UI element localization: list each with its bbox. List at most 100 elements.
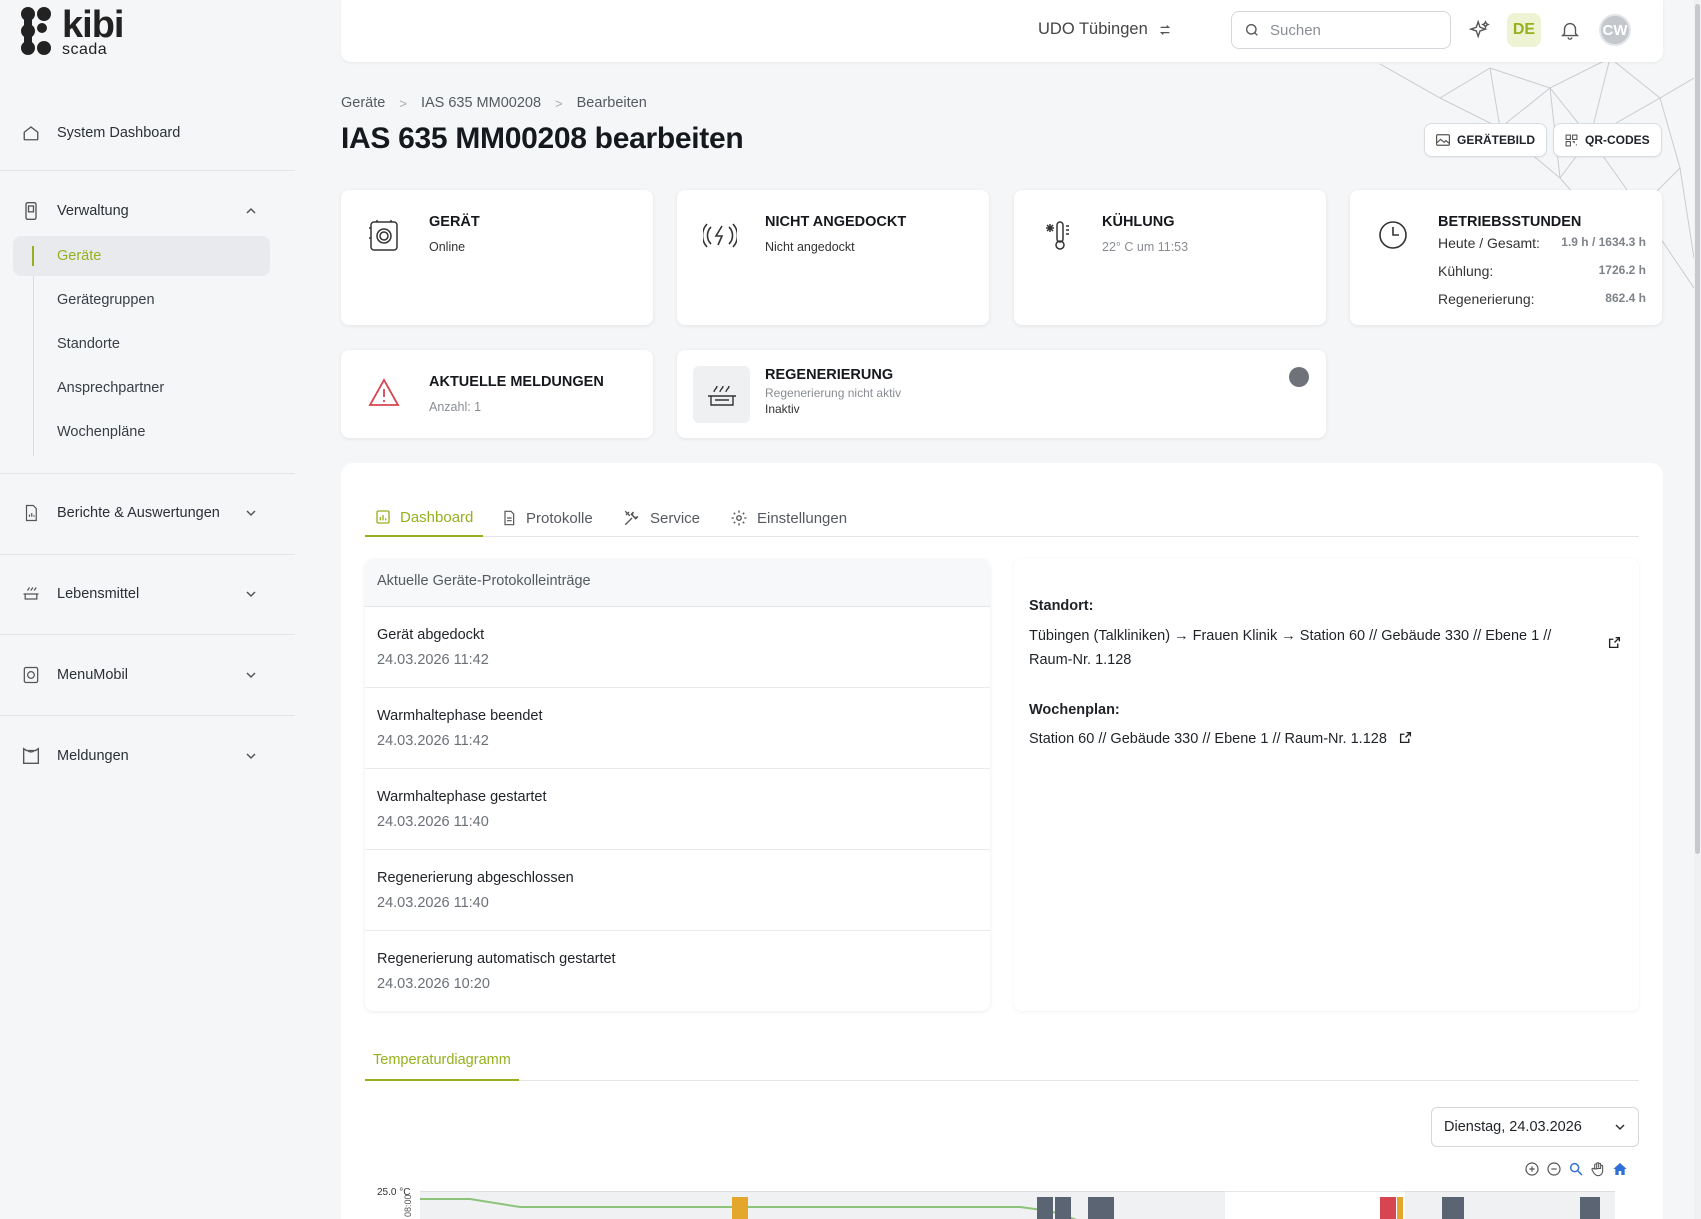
breadcrumb: Geräte > IAS 635 MM00208 > Bearbeiten xyxy=(341,95,647,111)
submenu-active-bar xyxy=(32,246,34,266)
sidebar-item-wochenplaene[interactable]: Wochenpläne xyxy=(57,424,145,440)
nav-divider xyxy=(0,554,295,555)
button-label: GERÄTEBILD xyxy=(1457,133,1535,147)
qr-codes-button[interactable]: QR-CODES xyxy=(1553,123,1662,157)
nav-verwaltung[interactable]: Verwaltung xyxy=(20,200,129,222)
event-marker[interactable] xyxy=(1442,1197,1464,1219)
log-entry[interactable]: Warmhaltephase gestartet 24.03.2026 11:4… xyxy=(365,769,990,850)
card-aktuelle-meldungen[interactable]: AKTUELLE MELDUNGEN Anzahl: 1 xyxy=(341,350,653,438)
main-panel: Dashboard Protokolle Service Einstellung… xyxy=(341,463,1663,1219)
search-box[interactable] xyxy=(1231,11,1451,49)
log-entry-date: 24.03.2026 11:40 xyxy=(377,895,489,911)
tab-einstellungen[interactable]: Einstellungen xyxy=(730,499,847,537)
chevron-down-icon[interactable] xyxy=(245,669,257,681)
card-status: Anzahl: 1 xyxy=(429,400,482,414)
swap-icon xyxy=(1159,24,1170,35)
nav-system-dashboard[interactable]: System Dashboard xyxy=(20,122,180,144)
device-image-button[interactable]: GERÄTEBILD xyxy=(1424,123,1547,157)
log-entry-text: Regenerierung abgeschlossen xyxy=(377,870,574,886)
regen-icon-box xyxy=(693,366,750,423)
bell-icon[interactable] xyxy=(1559,19,1581,41)
qr-code-icon xyxy=(1565,134,1578,146)
image-icon xyxy=(1436,134,1450,146)
nav-meldungen[interactable]: Meldungen xyxy=(20,745,129,767)
card-status: Inaktiv xyxy=(765,402,800,416)
chevron-down-icon[interactable] xyxy=(245,507,257,519)
pan-hand-icon[interactable] xyxy=(1590,1161,1606,1177)
log-entry[interactable]: Regenerierung automatisch gestartet 24.0… xyxy=(365,931,990,1011)
zoom-out-icon[interactable] xyxy=(1546,1161,1562,1177)
nav-label: Meldungen xyxy=(57,748,129,764)
wochenplan-label: Wochenplan: xyxy=(1029,702,1120,718)
breadcrumb-item[interactable]: Geräte xyxy=(341,95,385,111)
chevron-down-icon[interactable] xyxy=(245,750,257,762)
zoom-in-icon[interactable] xyxy=(1524,1161,1540,1177)
scrollbar-thumb[interactable] xyxy=(1695,4,1700,854)
nav-label: Lebensmittel xyxy=(57,586,140,602)
nav-berichte[interactable]: Berichte & Auswertungen xyxy=(20,502,220,524)
log-entry-date: 24.03.2026 11:40 xyxy=(377,814,489,830)
search-input[interactable] xyxy=(1270,21,1430,39)
card-title: GERÄT xyxy=(429,214,480,230)
event-marker[interactable] xyxy=(1055,1197,1071,1219)
log-entry-text: Gerät abgedockt xyxy=(377,627,485,643)
chevron-down-icon[interactable] xyxy=(245,588,257,600)
external-link-icon[interactable] xyxy=(1608,636,1621,649)
user-avatar[interactable]: CW xyxy=(1599,14,1631,46)
event-marker[interactable] xyxy=(1380,1197,1396,1219)
card-geraet: GERÄT Online xyxy=(341,190,653,325)
tab-service[interactable]: Service xyxy=(623,499,700,537)
log-entry[interactable]: Regenerierung abgeschlossen 24.03.2026 1… xyxy=(365,850,990,931)
kibi-logo[interactable]: kibi scada xyxy=(20,4,124,58)
wochenplan-text: Station 60 // Gebäude 330 // Ebene 1 // … xyxy=(1029,731,1387,747)
device-log-list: Aktuelle Geräte-Protokolleinträge Gerät … xyxy=(365,559,990,1011)
temperature-chart: 25.0 °C 08:00 xyxy=(365,1183,1645,1219)
tab-label: Dashboard xyxy=(400,508,474,526)
card-title: NICHT ANGEDOCKT xyxy=(765,214,907,230)
card-status: Online xyxy=(429,240,466,254)
nav-lebensmittel[interactable]: Lebensmittel xyxy=(20,583,139,605)
sidebar-item-geraete[interactable]: Geräte xyxy=(57,248,101,264)
date-select[interactable]: Dienstag, 24.03.2026 xyxy=(1431,1107,1639,1147)
standort-label: Standort: xyxy=(1029,598,1094,614)
hours-row: Regenerierung: 862.4 h xyxy=(1438,291,1646,307)
sidebar-item-geraetegruppen[interactable]: Gerätegruppen xyxy=(57,292,155,308)
chevron-up-icon[interactable] xyxy=(245,205,257,217)
external-link-icon[interactable] xyxy=(1399,731,1412,744)
log-entry[interactable]: Gerät abgedockt 24.03.2026 11:42 xyxy=(365,607,990,688)
submenu-line xyxy=(33,246,34,456)
logo-text-main: kibi xyxy=(62,4,124,46)
card-regenerierung: REGENERIERUNG Regenerierung nicht aktiv … xyxy=(677,350,1326,438)
tab-dashboard[interactable]: Dashboard xyxy=(365,499,484,537)
logo-mark-icon xyxy=(21,7,51,55)
page-scrollbar[interactable] xyxy=(1694,0,1701,1219)
submenu-active-highlight xyxy=(13,236,270,276)
log-entry-date: 24.03.2026 11:42 xyxy=(377,652,489,668)
event-marker[interactable] xyxy=(1397,1197,1403,1219)
food-tray-icon xyxy=(20,583,42,605)
reset-home-icon[interactable] xyxy=(1612,1161,1628,1177)
language-selector[interactable]: DE xyxy=(1507,13,1541,47)
event-marker[interactable] xyxy=(1037,1197,1053,1219)
tab-temperaturdiagramm[interactable]: Temperaturdiagramm xyxy=(365,1041,519,1081)
tab-label: Service xyxy=(650,509,701,527)
device-icon xyxy=(20,200,42,222)
chart-tab-bar: Temperaturdiagramm xyxy=(365,1041,1639,1081)
event-marker[interactable] xyxy=(1088,1197,1114,1219)
nav-menumobil[interactable]: MenuMobil xyxy=(20,664,128,686)
event-marker[interactable] xyxy=(732,1197,748,1219)
tab-protokolle[interactable]: Protokolle xyxy=(501,499,593,537)
magnifier-zoom-icon[interactable] xyxy=(1568,1161,1584,1177)
nav-divider xyxy=(0,715,295,716)
report-icon xyxy=(20,502,42,524)
breadcrumb-item[interactable]: IAS 635 MM00208 xyxy=(421,95,541,111)
sidebar-item-ansprechpartner[interactable]: Ansprechpartner xyxy=(57,380,164,396)
sidebar-item-standorte[interactable]: Standorte xyxy=(57,336,120,352)
chart-icon xyxy=(376,510,390,524)
ai-sparkle-icon[interactable] xyxy=(1469,19,1491,41)
nav-label: Berichte & Auswertungen xyxy=(57,505,220,521)
log-entry[interactable]: Warmhaltephase beendet 24.03.2026 11:42 xyxy=(365,688,990,769)
log-entry-text: Warmhaltephase beendet xyxy=(377,708,543,724)
event-marker[interactable] xyxy=(1580,1197,1600,1219)
organization-switcher[interactable]: UDO Tübingen xyxy=(1038,20,1172,39)
